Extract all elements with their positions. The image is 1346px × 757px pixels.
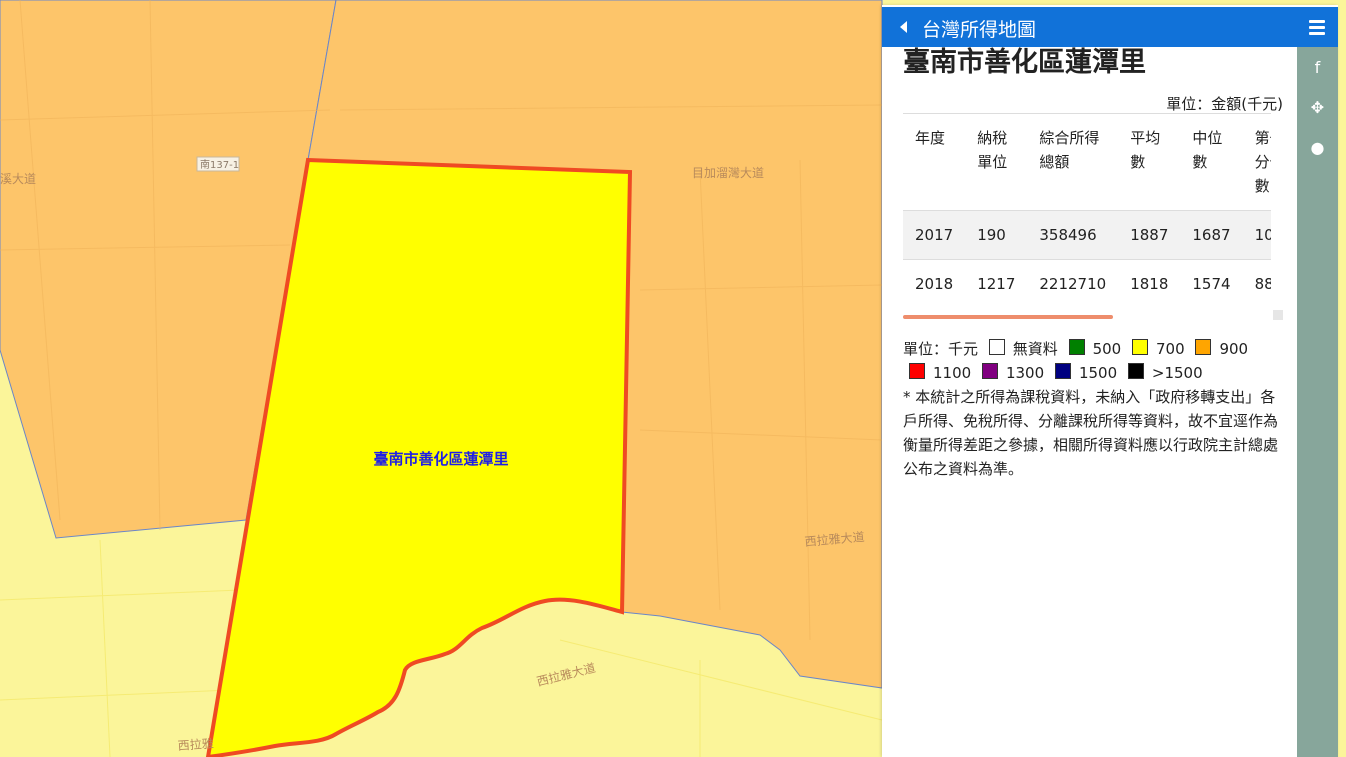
table-cell: 1011 <box>1242 210 1271 260</box>
table-cell: 1887 <box>1118 210 1181 260</box>
table-row: 2018 1217 2212710 1818 1574 881 <box>903 259 1271 308</box>
legend-label: 700 <box>1156 340 1185 358</box>
legend-item: 1300 <box>976 363 1045 382</box>
table-cell: 1574 <box>1180 259 1243 308</box>
legend-swatch <box>1127 363 1144 379</box>
street-label-west: 溪大道 <box>0 172 36 186</box>
legend-label: 500 <box>1092 340 1122 358</box>
table-cell: 2018 <box>903 259 966 308</box>
data-disclaimer-note: * 本統計之所得為課稅資料，未納入「政府移轉支出」各戶所得、免稅所得、分離課稅所… <box>903 388 1279 478</box>
legend-label: 1500 <box>1078 364 1118 382</box>
move-icon[interactable]: ✥ <box>1297 92 1338 124</box>
road-sign: 南137-1 <box>196 156 240 172</box>
legend-item: 900 <box>1189 339 1249 358</box>
table-cell: 2212710 <box>1027 259 1119 308</box>
legend-item: 1100 <box>903 363 972 382</box>
panel-header: 台灣所得地圖 <box>882 7 1338 47</box>
legend-label: 1100 <box>933 364 972 382</box>
col-header-mean: 平均數 <box>1130 129 1161 171</box>
income-table: 年度 納稅單位 綜合所得總額 平均數 中位數 第一分位數 2017 190 35… <box>903 114 1271 308</box>
legend-swatch <box>1132 339 1149 355</box>
legend-label: 900 <box>1219 340 1249 358</box>
info-panel: 台灣所得地圖 f ✥ ● 臺南市善化區蓮潭里 單位：金額(千元) 年度 納稅單位… <box>882 5 1338 757</box>
table-cell: 881 <box>1242 259 1271 308</box>
table-cell: 190 <box>965 210 1028 260</box>
table-cell: 1818 <box>1118 259 1181 308</box>
back-arrow-icon[interactable] <box>900 21 907 33</box>
col-header-total: 綜合所得總額 <box>1039 129 1100 171</box>
legend-item: >1500 <box>1122 363 1203 382</box>
legend-item: 1500 <box>1049 363 1118 382</box>
highlight-map-label: 臺南市善化區蓮潭里 <box>373 450 508 468</box>
legend-swatch <box>909 363 925 379</box>
col-header-units: 納稅單位 <box>977 129 1008 171</box>
legend-label: 1300 <box>1005 364 1045 382</box>
road-sign-label: 南137-1 <box>200 158 239 171</box>
col-header-year: 年度 <box>915 129 946 147</box>
legend-item: 無資料 <box>983 339 1058 358</box>
scrollbar-corner <box>1273 310 1283 320</box>
facebook-icon[interactable]: f <box>1297 52 1338 84</box>
table-row: 2017 190 358496 1887 1687 1011 <box>903 210 1271 260</box>
street-label-xilaya-sw: 西拉雅 <box>177 736 214 753</box>
legend-item: 500 <box>1063 339 1122 358</box>
legend-swatch <box>1195 339 1212 355</box>
street-label-mujialiuwan: 目加溜灣大道 <box>692 165 764 180</box>
unit-label: 單位：金額(千元) <box>1166 95 1283 113</box>
legend-swatch <box>988 339 1005 355</box>
legend-unit-label: 單位：千元 <box>903 340 979 358</box>
legend-label: >1500 <box>1151 364 1203 382</box>
hamburger-menu-icon[interactable] <box>1309 20 1325 36</box>
table-horizontal-scrollbar[interactable] <box>903 315 1113 319</box>
legend-item: 700 <box>1126 339 1185 358</box>
legend-label: 無資料 <box>1012 340 1058 358</box>
legend-swatch <box>1054 363 1071 379</box>
col-header-median: 中位數 <box>1192 129 1223 171</box>
app-title: 台灣所得地圖 <box>922 19 1037 41</box>
legend-swatch <box>981 363 998 379</box>
col-header-q1: 第一分位數 <box>1254 129 1271 195</box>
table-header-row: 年度 納稅單位 綜合所得總額 平均數 中位數 第一分位數 <box>903 114 1271 211</box>
legend-swatch <box>1068 339 1085 355</box>
github-icon[interactable]: ● <box>1297 132 1338 164</box>
table-cell: 358496 <box>1027 210 1119 260</box>
table-cell: 1687 <box>1180 210 1243 260</box>
legend: 單位：千元 無資料 500 700 900 1100 1300 1500 >15… <box>903 337 1283 481</box>
side-toolbar: f ✥ ● <box>1297 47 1338 757</box>
table-cell: 2017 <box>903 210 966 260</box>
village-title: 臺南市善化區蓮潭里 <box>903 47 1146 78</box>
income-table-scroll[interactable]: 年度 納稅單位 綜合所得總額 平均數 中位數 第一分位數 2017 190 35… <box>903 113 1271 320</box>
table-cell: 1217 <box>965 259 1028 308</box>
